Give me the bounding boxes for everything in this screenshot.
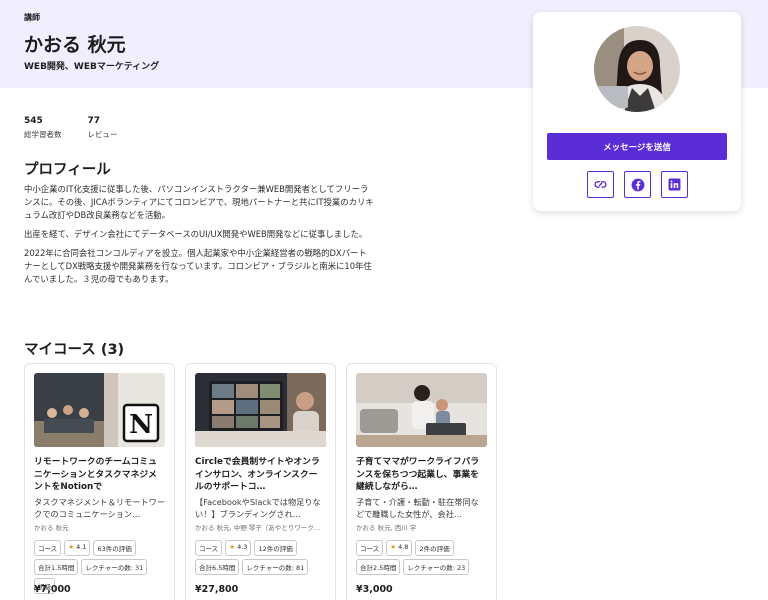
- stat-students-label: 総学習者数: [24, 130, 62, 139]
- link-icon: [594, 181, 607, 188]
- instructor-role: 講師: [24, 13, 40, 22]
- profile-paragraph: 2022年に合同会社コンコルディアを設立。個人起業家や中小企業経営者の戦略的DX…: [24, 248, 372, 284]
- instructor-stats: 545 総学習者数 77 レビュー: [24, 116, 118, 140]
- instructor-subtitle: WEB開発、WEBマーケティング: [24, 62, 160, 72]
- rating-value: 4.3: [237, 543, 248, 551]
- reviews-chip: 12件の評価: [254, 540, 297, 556]
- course-meta: コース ★ 4.8 2件の評価 合計2.5時間 レクチャーの数: 23: [356, 540, 487, 575]
- svg-text:N: N: [129, 410, 153, 440]
- my-courses-heading: マイコース (3): [24, 342, 125, 358]
- lectures-chip: レクチャーの数: 31: [81, 559, 148, 575]
- profile-heading: プロフィール: [24, 162, 111, 178]
- website-link-button[interactable]: [587, 171, 614, 198]
- course-title: 子育てママがワークライフバランスを保ちつつ起業し、事業を継続しながら…: [356, 457, 480, 492]
- course-type-chip: コース: [34, 540, 62, 556]
- course-author: かおる 秋元: [34, 524, 69, 532]
- course-list: N リモートワークのチームコミュニケーションとタスクマネジメントをNotionで…: [24, 363, 497, 600]
- stat-students: 545 総学習者数: [24, 116, 62, 140]
- course-card[interactable]: 子育てママがワークライフバランスを保ちつつ起業し、事業を継続しながら… 子育て・…: [346, 363, 497, 600]
- course-type-chip: コース: [356, 540, 384, 556]
- star-icon: ★: [390, 543, 397, 551]
- rating-value: 4.8: [398, 543, 409, 551]
- course-price: ¥7,000: [34, 584, 71, 595]
- facebook-link-button[interactable]: [624, 171, 651, 198]
- rating-chip: ★ 4.8: [386, 540, 413, 556]
- instructor-sidebar-card: メッセージを送信: [533, 12, 741, 211]
- course-description: 【FacebookやSlackでは物足りない！】ブランディングされ…: [195, 497, 321, 519]
- course-price: ¥27,800: [195, 584, 239, 595]
- course-thumbnail: [195, 373, 326, 447]
- course-author: かおる 秋元, 西川 学: [356, 524, 417, 532]
- linkedin-link-button[interactable]: [661, 171, 688, 198]
- course-title: リモートワークのチームコミュニケーションとタスクマネジメントをNotionで: [34, 457, 157, 492]
- course-type-chip: コース: [195, 540, 223, 556]
- hours-chip: 合計6.5時間: [195, 559, 240, 575]
- stat-students-value: 545: [24, 116, 43, 126]
- course-author: かおる 秋元, 中野 琴子（あやとりワーク…: [195, 524, 321, 532]
- rating-chip: ★ 4.1: [64, 540, 91, 556]
- hours-chip: 合計2.5時間: [356, 559, 401, 575]
- profile-paragraph: 出産を経て、デザイン会社にてデータベースのUI/UX開発やWEB開発などに従事し…: [24, 229, 368, 239]
- reviews-chip: 63件の評価: [93, 540, 136, 556]
- course-card[interactable]: Circleで会員制サイトやオンラインサロン、オンラインスクールのサポートコ… …: [185, 363, 336, 600]
- course-description: 子育て・介護・転勤・駐在帯同などで離職した女性が、会社…: [356, 497, 479, 519]
- course-card[interactable]: N リモートワークのチームコミュニケーションとタスクマネジメントをNotionで…: [24, 363, 175, 600]
- social-links: [587, 171, 688, 198]
- course-thumbnail: [356, 373, 487, 447]
- lectures-chip: レクチャーの数: 23: [403, 559, 470, 575]
- course-price: ¥3,000: [356, 584, 393, 595]
- linkedin-icon: [668, 178, 681, 191]
- instructor-name: かおる 秋元: [24, 34, 126, 56]
- course-meta: コース ★ 4.3 12件の評価 合計6.5時間 レクチャーの数: 81: [195, 540, 326, 575]
- stat-reviews-label: レビュー: [87, 130, 118, 139]
- rating-chip: ★ 4.3: [225, 540, 252, 556]
- stat-reviews-value: 77: [87, 116, 101, 126]
- course-description: タスクマネジメント＆リモートワークでのコミュニケーション…: [34, 497, 165, 519]
- profile-paragraph: 中小企業のIT化支援に従事した後、パソコンインストラクター兼WEB開発者としてフ…: [24, 184, 374, 220]
- avatar: [594, 26, 680, 112]
- course-thumbnail: N: [34, 373, 165, 447]
- lectures-chip: レクチャーの数: 81: [242, 559, 309, 575]
- send-message-button[interactable]: メッセージを送信: [547, 133, 727, 160]
- facebook-icon: [631, 178, 644, 191]
- course-title: Circleで会員制サイトやオンラインサロン、オンラインスクールのサポートコ…: [195, 457, 320, 492]
- stat-reviews: 77 レビュー: [88, 116, 118, 140]
- rating-value: 4.1: [76, 543, 87, 551]
- star-icon: ★: [68, 543, 75, 551]
- reviews-chip: 2件の評価: [415, 540, 454, 556]
- profile-text: 中小企業のIT化支援に従事した後、パソコンインストラクター兼WEB開発者としてフ…: [24, 183, 374, 292]
- hours-chip: 合計1.5時間: [34, 559, 79, 575]
- star-icon: ★: [229, 543, 236, 551]
